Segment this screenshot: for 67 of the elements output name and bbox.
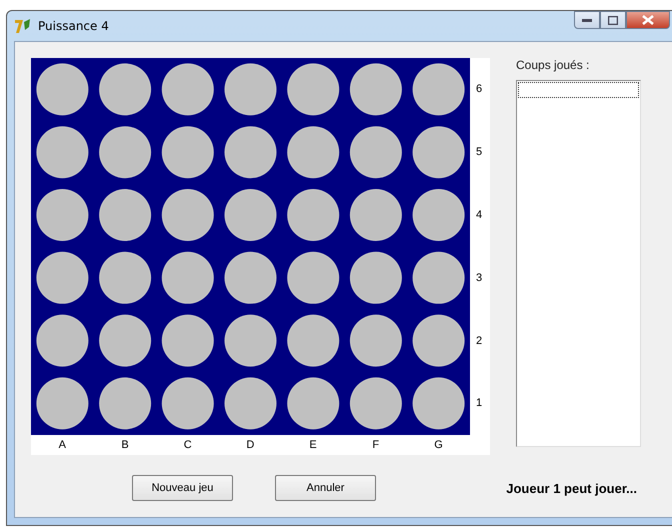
board-slot[interactable] (99, 63, 152, 116)
board-slot[interactable] (412, 126, 465, 178)
board-slot[interactable] (162, 126, 214, 178)
board-slot[interactable] (162, 377, 214, 430)
minimize-icon (582, 18, 592, 22)
column-label: D (245, 438, 256, 453)
row-label: 1 (475, 396, 484, 412)
board-slot[interactable] (224, 189, 276, 241)
moves-label: Coups joués : (516, 58, 590, 72)
board-slot[interactable] (36, 252, 88, 304)
board-slot[interactable] (350, 314, 402, 367)
board-slot[interactable] (350, 126, 402, 178)
column-label: B (120, 438, 130, 453)
row-label: 4 (475, 208, 484, 223)
board-slot[interactable] (412, 252, 465, 304)
board-slot[interactable] (350, 189, 402, 241)
app-icon (14, 18, 32, 34)
maximize-button[interactable] (600, 11, 626, 29)
column-label: E (308, 438, 318, 453)
board-slot[interactable] (412, 377, 465, 430)
board-slot[interactable] (350, 63, 402, 116)
board-slot[interactable] (36, 377, 88, 430)
board-slot[interactable] (99, 252, 152, 304)
column-label: C (182, 438, 193, 453)
close-icon (642, 15, 654, 25)
window-title: Puissance 4 (38, 19, 109, 33)
column-label: A (58, 438, 68, 453)
board-slot[interactable] (224, 63, 276, 116)
minimize-button[interactable] (574, 11, 600, 29)
board-slot[interactable] (287, 189, 340, 241)
close-button[interactable] (626, 11, 670, 29)
board-slot[interactable] (162, 63, 214, 116)
column-label: G (433, 438, 444, 453)
board-slot[interactable] (350, 377, 402, 430)
board-slot[interactable] (350, 252, 402, 304)
board-slot[interactable] (99, 377, 152, 430)
board-slot[interactable] (36, 63, 88, 116)
maximize-icon (608, 16, 618, 24)
board-slot[interactable] (36, 314, 88, 367)
board-slot[interactable] (412, 63, 465, 116)
row-label: 6 (475, 82, 484, 98)
board-slot[interactable] (287, 377, 340, 430)
row-label: 5 (475, 145, 484, 160)
cancel-button[interactable]: Annuler (275, 475, 376, 501)
board-slot[interactable] (224, 252, 276, 304)
board-slot[interactable] (287, 63, 340, 116)
board-slot[interactable] (412, 189, 465, 241)
board-slot[interactable] (162, 314, 214, 367)
board-slot[interactable] (224, 126, 276, 178)
board-slot[interactable] (99, 314, 152, 367)
board-slot[interactable] (287, 252, 340, 304)
board-slot[interactable] (36, 189, 88, 241)
board-slot[interactable] (36, 126, 88, 178)
board-slot[interactable] (99, 126, 152, 178)
board-slot[interactable] (162, 252, 214, 304)
row-label: 3 (475, 270, 484, 286)
board-slot[interactable] (99, 189, 152, 241)
status-text: Joueur 1 peut jouer... (506, 480, 637, 496)
row-label: 2 (475, 334, 484, 349)
board-slot[interactable] (162, 189, 214, 241)
new-game-button[interactable]: Nouveau jeu (132, 475, 233, 501)
board-slot[interactable] (224, 377, 276, 430)
board-slot[interactable] (224, 314, 276, 367)
board-slot[interactable] (287, 126, 340, 178)
board-slot[interactable] (412, 314, 465, 367)
board-slot[interactable] (287, 314, 340, 367)
column-label: F (371, 438, 380, 453)
